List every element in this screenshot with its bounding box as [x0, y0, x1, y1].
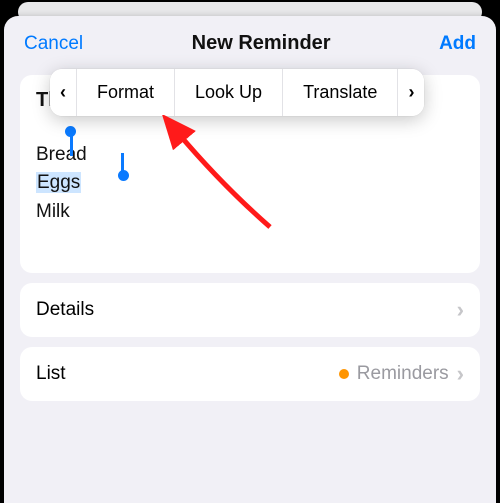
popup-translate-button[interactable]: Translate [282, 69, 397, 116]
new-reminder-sheet: Cancel New Reminder Add Things to buy ‹ … [4, 16, 496, 503]
note-line[interactable]: Eggs [36, 172, 464, 194]
list-label: List [36, 363, 66, 385]
popup-next-button[interactable]: › [397, 69, 424, 116]
text-edit-popup: ‹ Format Look Up Translate › [50, 69, 424, 116]
popup-format-button[interactable]: Format [76, 69, 174, 116]
cancel-button[interactable]: Cancel [24, 33, 83, 55]
details-label: Details [36, 299, 94, 321]
reminder-editor-card[interactable]: Things to buy ‹ Format Look Up Translate… [20, 75, 480, 273]
navbar: Cancel New Reminder Add [4, 16, 496, 65]
selection-handle-end[interactable] [118, 170, 129, 181]
popup-prev-button[interactable]: ‹ [50, 69, 76, 116]
selection-caret-end[interactable] [121, 153, 124, 177]
page-title: New Reminder [192, 32, 331, 55]
chevron-right-icon: › [457, 361, 464, 387]
list-name: Reminders [357, 363, 449, 385]
text-selection[interactable]: Eggs [36, 172, 81, 193]
selection-caret-start[interactable] [70, 132, 73, 156]
chevron-right-icon: › [457, 297, 464, 323]
note-line[interactable]: Milk [36, 201, 464, 223]
list-color-dot [339, 369, 349, 379]
note-line[interactable]: Bread [36, 144, 464, 166]
details-row[interactable]: Details › [20, 283, 480, 337]
popup-lookup-button[interactable]: Look Up [174, 69, 282, 116]
list-row[interactable]: List Reminders › [20, 347, 480, 401]
list-value-group: Reminders › [339, 361, 464, 387]
add-button[interactable]: Add [439, 33, 476, 55]
